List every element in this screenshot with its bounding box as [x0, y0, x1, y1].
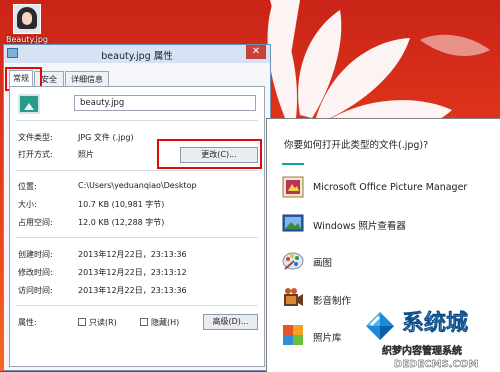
created-label: 创建时间: — [18, 250, 53, 259]
file-type-value: JPG 文件 (.jpg) — [78, 133, 134, 142]
close-button[interactable]: ✕ — [246, 45, 266, 59]
paint-icon — [282, 252, 304, 270]
photo-file-icon — [18, 94, 40, 114]
size-on-disk-label: 占用空间: — [18, 218, 53, 227]
hidden-checkbox[interactable] — [140, 318, 148, 326]
site-watermark: 系统城 xitongcheng.com 织梦内容管理系统 DEDECMS.COM — [366, 310, 479, 370]
location-label: 位置: — [18, 182, 37, 191]
tab-details[interactable]: 详细信息 — [65, 71, 109, 86]
hidden-label: 隐藏(H) — [151, 318, 180, 327]
size-label: 大小: — [18, 200, 37, 209]
picture-manager-icon — [282, 176, 304, 198]
watermark-domain: DEDECMS.COM — [394, 359, 478, 370]
photo-gallery-icon — [283, 325, 303, 345]
filename-input[interactable]: beauty.jpg — [74, 95, 256, 111]
highlight-box-change-button — [157, 139, 262, 169]
divider — [16, 237, 258, 238]
app-name: 照片库 — [313, 333, 342, 344]
modified-label: 修改时间: — [18, 268, 53, 277]
movie-maker-icon — [284, 288, 303, 306]
app-name: 影音制作 — [313, 296, 352, 307]
accent-line — [282, 163, 304, 165]
divider — [16, 170, 258, 171]
app-name: Windows 照片查看器 — [313, 221, 406, 232]
opens-with-value: 照片 — [78, 150, 94, 159]
desktop-file-label: Beauty.jpg — [5, 35, 49, 44]
app-name: Microsoft Office Picture Manager — [313, 182, 468, 193]
watermark-caption: 织梦内容管理系统 — [382, 344, 462, 357]
size-on-disk-value: 12.0 KB (12,288 字节) — [78, 218, 165, 227]
location-value: C:\Users\yeduanqiao\Desktop — [78, 181, 197, 190]
readonly-label: 只读(R) — [89, 318, 117, 327]
size-value: 10.7 KB (10,981 字节) — [78, 200, 165, 209]
desktop-file-icon[interactable]: Beauty.jpg — [4, 4, 50, 44]
general-panel: beauty.jpg 文件类型: JPG 文件 (.jpg) 打开方式: 照片 … — [9, 86, 265, 367]
properties-window: beauty.jpg 属性 ✕ 常规 安全 详细信息 beauty.jpg 文件… — [3, 44, 271, 371]
accessed-value: 2013年12月22日，23:13:36 — [78, 286, 187, 295]
title-bar[interactable]: beauty.jpg 属性 ✕ — [4, 45, 270, 63]
divider — [16, 305, 258, 306]
modified-value: 2013年12月22日，23:13:12 — [78, 268, 187, 277]
accessed-label: 访问时间: — [18, 286, 53, 295]
photo-viewer-icon — [282, 214, 304, 232]
readonly-checkbox[interactable] — [78, 318, 86, 326]
watermark-site: xitongcheng.com — [406, 335, 476, 344]
open-with-heading: 你要如何打开此类型的文件(.jpg)? — [284, 140, 429, 151]
watermark-brand: 系统城 — [402, 310, 468, 336]
divider — [16, 120, 258, 121]
window-title: beauty.jpg 属性 — [101, 51, 173, 62]
opens-with-label: 打开方式: — [18, 150, 53, 159]
file-type-label: 文件类型: — [18, 133, 53, 142]
attributes-label: 属性: — [18, 318, 37, 327]
created-value: 2013年12月22日，23:13:36 — [78, 250, 187, 259]
advanced-button[interactable]: 高级(D)... — [203, 314, 258, 330]
image-thumbnail-icon — [13, 4, 41, 34]
app-name: 画图 — [313, 258, 333, 269]
